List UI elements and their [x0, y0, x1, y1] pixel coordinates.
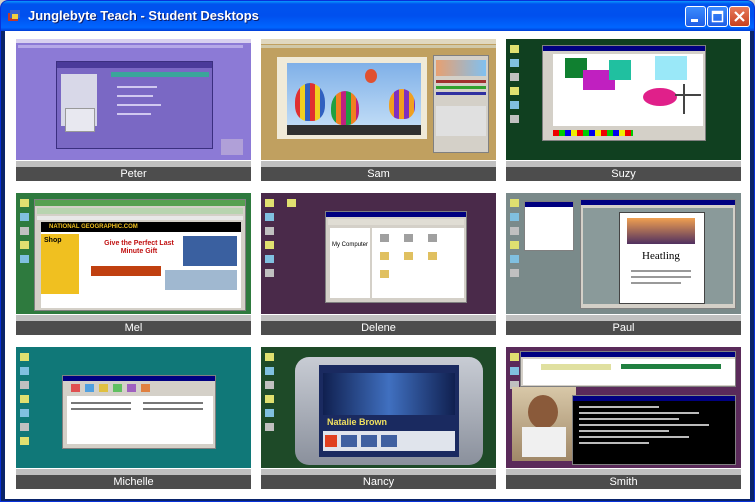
title-bar[interactable]: Junglebyte Teach - Student Desktops — [1, 1, 754, 31]
maximize-button[interactable] — [707, 6, 728, 27]
minimize-icon — [691, 19, 698, 22]
desktop-thumbnail[interactable] — [16, 39, 251, 167]
student-tile-peter[interactable]: Peter — [16, 39, 251, 181]
student-name: Delene — [261, 321, 496, 335]
student-name: Peter — [16, 167, 251, 181]
desktop-thumbnail[interactable] — [506, 347, 741, 475]
student-name: Smith — [506, 475, 741, 489]
natgeo-banner: NATIONAL GEOGRAPHIC.COM — [49, 224, 138, 230]
student-tile-nancy[interactable]: Natalie Brown Nancy — [261, 347, 496, 489]
app-window: Junglebyte Teach - Student Desktops Pete… — [0, 0, 755, 502]
student-tile-suzy[interactable]: Suzy — [506, 39, 741, 181]
desktop-thumbnail[interactable]: Natalie Brown — [261, 347, 496, 475]
student-name: Sam — [261, 167, 496, 181]
student-tile-michelle[interactable]: Michelle — [16, 347, 251, 489]
document-title: Heatling — [642, 250, 680, 262]
student-tile-mel[interactable]: NATIONAL GEOGRAPHIC.COM Shop Give the Pe… — [16, 193, 251, 335]
student-tile-delene[interactable]: My Computer Delene — [261, 193, 496, 335]
desktop-thumbnail[interactable] — [506, 39, 741, 167]
minimize-button[interactable] — [685, 6, 706, 27]
player-title: Natalie Brown — [327, 417, 388, 427]
desktop-thumbnail[interactable] — [16, 347, 251, 475]
gift-headline: Give the Perfect Last Minute Gift — [104, 240, 174, 255]
desktop-thumbnail[interactable]: NATIONAL GEOGRAPHIC.COM Shop Give the Pe… — [16, 193, 251, 321]
student-tile-smith[interactable]: Smith — [506, 347, 741, 489]
app-icon — [8, 10, 20, 21]
maximize-icon — [711, 10, 724, 23]
window-title: Junglebyte Teach - Student Desktops — [28, 8, 259, 23]
student-name: Paul — [506, 321, 741, 335]
desktop-thumbnail[interactable]: Heatling — [506, 193, 741, 321]
student-tile-paul[interactable]: Heatling Paul — [506, 193, 741, 335]
shop-label: Shop — [44, 237, 62, 244]
desktop-thumbnail[interactable]: My Computer — [261, 193, 496, 321]
desktop-thumbnail[interactable] — [261, 39, 496, 167]
my-computer-label: My Computer — [332, 242, 369, 248]
student-grid: Peter Sam Suzy NATIONAL GEOGRAPHIC.COM S… — [5, 31, 750, 499]
close-button[interactable] — [729, 6, 750, 27]
close-icon — [734, 11, 745, 22]
student-name: Mel — [16, 321, 251, 335]
student-name: Michelle — [16, 475, 251, 489]
student-name: Suzy — [506, 167, 741, 181]
student-tile-sam[interactable]: Sam — [261, 39, 496, 181]
student-name: Nancy — [261, 475, 496, 489]
